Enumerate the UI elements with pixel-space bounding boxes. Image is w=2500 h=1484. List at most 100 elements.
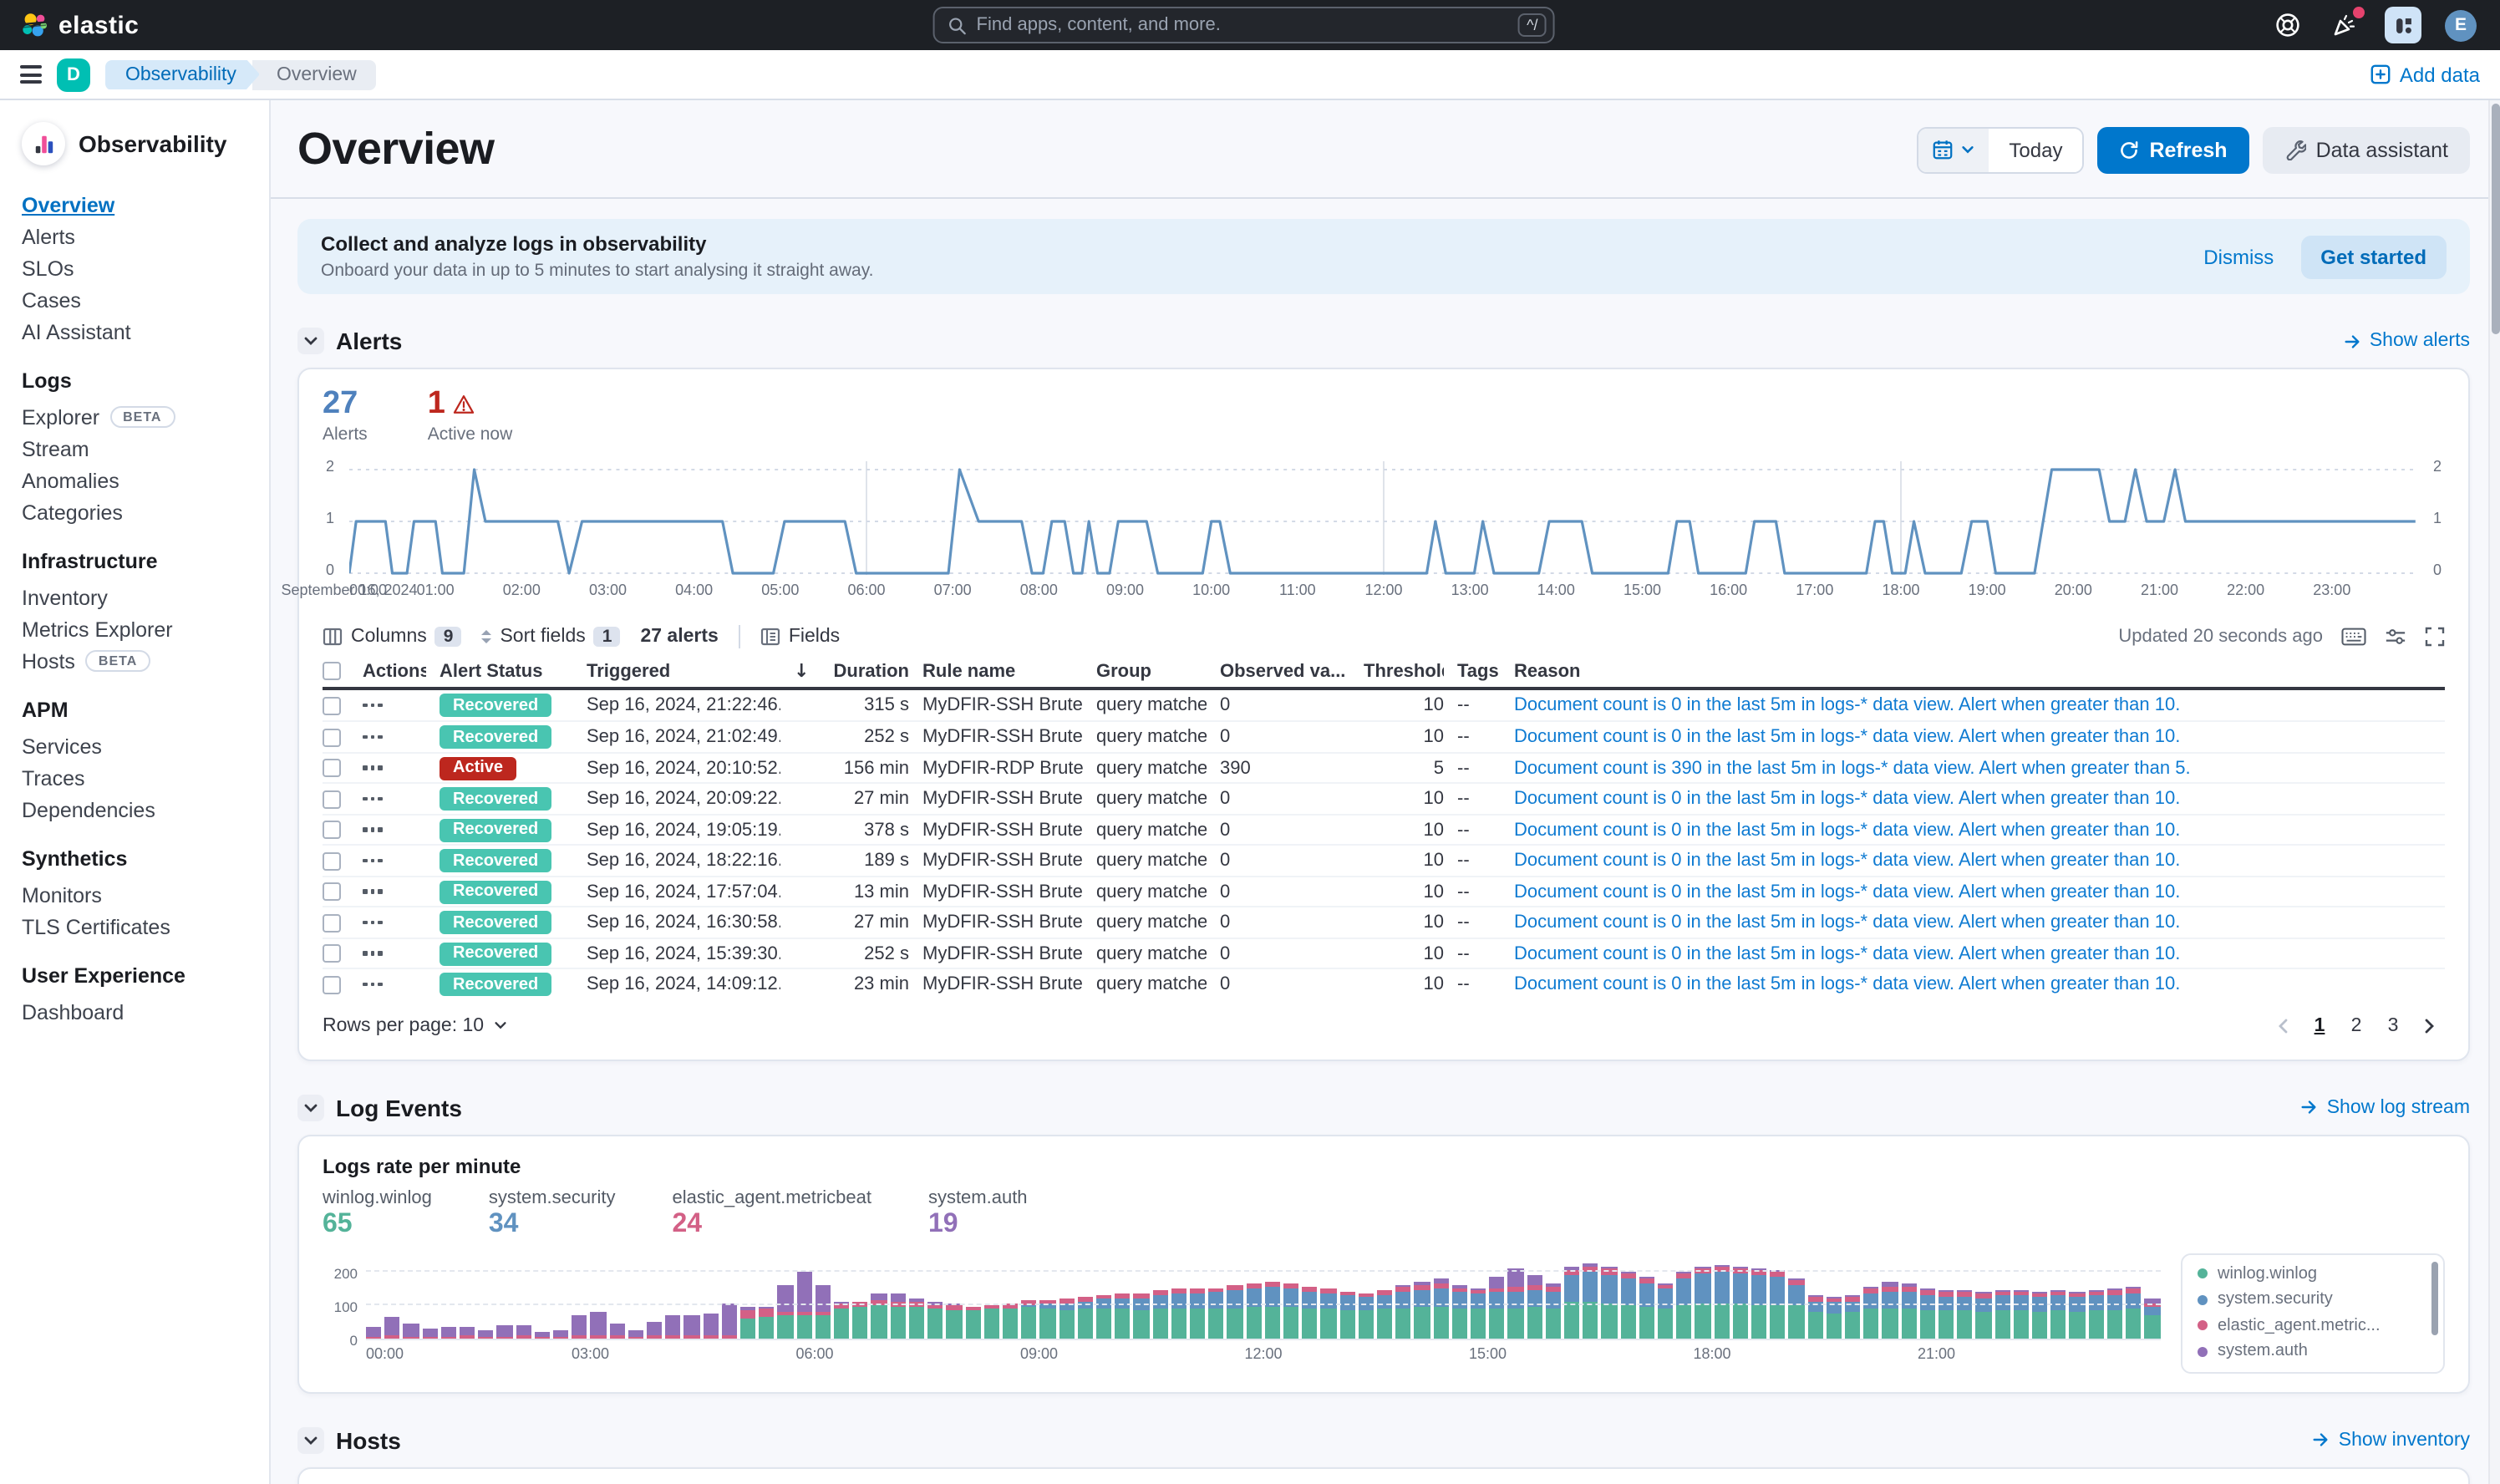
row-actions-icon[interactable] <box>363 735 426 739</box>
reason-link[interactable]: Document count is 0 in the last 5m in lo… <box>1514 695 2445 715</box>
user-avatar[interactable]: E <box>2445 9 2477 41</box>
page-3-button[interactable]: 3 <box>2378 1011 2408 1041</box>
alerts-collapse-chevron-icon[interactable] <box>297 328 324 354</box>
elastic-logo[interactable]: elastic <box>0 11 159 39</box>
page-2-button[interactable]: 2 <box>2341 1011 2371 1041</box>
sidebar-item-categories[interactable]: Categories <box>22 496 256 528</box>
reason-link[interactable]: Document count is 0 in the last 5m in lo… <box>1514 820 2445 840</box>
legend-scrollbar-thumb[interactable] <box>2431 1262 2438 1335</box>
sidebar-item-traces[interactable]: Traces <box>22 762 256 794</box>
dismiss-button[interactable]: Dismiss <box>2203 245 2274 268</box>
sidebar-item-overview[interactable]: Overview <box>22 189 256 221</box>
column-header-group[interactable]: Group <box>1096 662 1207 682</box>
sidebar-item-slos[interactable]: SLOs <box>22 252 256 284</box>
columns-button[interactable]: Columns 9 <box>323 627 461 647</box>
reason-link[interactable]: Document count is 0 in the last 5m in lo… <box>1514 882 2445 902</box>
row-actions-icon[interactable] <box>363 766 426 770</box>
row-actions-icon[interactable] <box>363 828 426 832</box>
sidebar-item-hosts[interactable]: HostsBETA <box>22 645 256 677</box>
select-all-checkbox[interactable] <box>323 663 341 681</box>
apps-icon[interactable] <box>2385 7 2421 43</box>
row-actions-icon[interactable] <box>363 797 426 801</box>
column-header-triggered[interactable]: Triggered <box>587 662 780 682</box>
page-scrollbar[interactable] <box>2488 100 2500 1484</box>
row-checkbox[interactable] <box>323 851 341 870</box>
reason-link[interactable]: Document count is 0 in the last 5m in lo… <box>1514 912 2445 933</box>
data-assistant-button[interactable]: Data assistant <box>2263 126 2470 173</box>
refresh-button[interactable]: Refresh <box>2097 126 2248 173</box>
sidebar-item-services[interactable]: Services <box>22 730 256 762</box>
previous-page-icon[interactable] <box>2268 1011 2298 1041</box>
row-actions-icon[interactable] <box>363 921 426 925</box>
log-events-collapse-chevron-icon[interactable] <box>297 1095 324 1121</box>
rows-per-page-button[interactable]: Rows per page: 10 <box>323 1016 507 1036</box>
reason-link[interactable]: Document count is 390 in the last 5m in … <box>1514 758 2445 778</box>
row-checkbox[interactable] <box>323 759 341 777</box>
fields-button[interactable]: Fields <box>760 627 840 647</box>
sidebar-item-inventory[interactable]: Inventory <box>22 582 256 613</box>
column-header-alert-status[interactable]: Alert Status <box>440 662 573 682</box>
legend-item-system-auth[interactable]: system.auth <box>2198 1343 2428 1361</box>
space-badge[interactable]: D <box>57 58 90 91</box>
next-page-icon[interactable] <box>2415 1011 2445 1041</box>
page-1-button[interactable]: 1 <box>2304 1011 2335 1041</box>
sidebar-item-stream[interactable]: Stream <box>22 433 256 465</box>
keyboard-icon[interactable] <box>2341 627 2366 647</box>
row-checkbox[interactable] <box>323 821 341 839</box>
menu-icon[interactable] <box>20 65 42 84</box>
add-data-button[interactable]: Add data <box>2370 63 2480 86</box>
legend-item-system-security[interactable]: system.security <box>2198 1291 2428 1309</box>
sort-fields-button[interactable]: Sort fields 1 <box>481 627 620 647</box>
row-checkbox[interactable] <box>323 790 341 808</box>
legend-item-winlog-winlog[interactable]: winlog.winlog <box>2198 1265 2428 1283</box>
column-header-rule-name[interactable]: Rule name <box>922 662 1083 682</box>
help-icon[interactable] <box>2271 8 2304 42</box>
sidebar-item-tls-certificates[interactable]: TLS Certificates <box>22 911 256 943</box>
hosts-collapse-chevron-icon[interactable] <box>297 1427 324 1454</box>
date-picker-today-button[interactable]: Today <box>1989 128 2082 171</box>
sidebar-item-metrics-explorer[interactable]: Metrics Explorer <box>22 613 256 645</box>
column-header-threshold[interactable]: Threshold <box>1364 662 1444 682</box>
reason-link[interactable]: Document count is 0 in the last 5m in lo… <box>1514 789 2445 809</box>
column-header-actions[interactable]: Actions <box>363 662 426 682</box>
row-actions-icon[interactable] <box>363 952 426 956</box>
column-header-tags[interactable]: Tags <box>1457 662 1501 682</box>
sidebar-item-dependencies[interactable]: Dependencies <box>22 794 256 826</box>
reason-link[interactable]: Document count is 0 in the last 5m in lo… <box>1514 974 2445 994</box>
row-actions-icon[interactable] <box>363 859 426 863</box>
sidebar-item-cases[interactable]: Cases <box>22 284 256 316</box>
date-picker-calendar-button[interactable] <box>1918 128 1989 171</box>
row-checkbox[interactable] <box>323 882 341 901</box>
column-header-observed-va[interactable]: Observed va... <box>1220 662 1350 682</box>
row-checkbox[interactable] <box>323 975 341 994</box>
news-icon[interactable] <box>2328 8 2361 42</box>
breadcrumb-observability[interactable]: Observability <box>105 59 260 89</box>
show-inventory-link[interactable]: Show inventory <box>2312 1431 2470 1451</box>
column-header-duration[interactable]: Duration <box>829 662 909 682</box>
row-actions-icon[interactable] <box>363 890 426 894</box>
reason-link[interactable]: Document count is 0 in the last 5m in lo… <box>1514 943 2445 963</box>
get-started-button[interactable]: Get started <box>2300 235 2447 278</box>
row-actions-icon[interactable] <box>363 704 426 708</box>
sidebar-item-ai-assistant[interactable]: AI Assistant <box>22 316 256 348</box>
sidebar-item-dashboard[interactable]: Dashboard <box>22 996 256 1028</box>
display-options-icon[interactable] <box>2385 627 2406 647</box>
reason-link[interactable]: Document count is 0 in the last 5m in lo… <box>1514 727 2445 747</box>
column-header-reason[interactable]: Reason <box>1514 662 2445 682</box>
global-search-input[interactable]: Find apps, content, and more. ^/ <box>933 7 1555 43</box>
sidebar-item-anomalies[interactable]: Anomalies <box>22 465 256 496</box>
row-checkbox[interactable] <box>323 696 341 714</box>
sidebar-item-monitors[interactable]: Monitors <box>22 879 256 911</box>
scrollbar-thumb[interactable] <box>2492 104 2500 334</box>
row-checkbox[interactable] <box>323 728 341 746</box>
sidebar-item-alerts[interactable]: Alerts <box>22 221 256 252</box>
reason-link[interactable]: Document count is 0 in the last 5m in lo… <box>1514 851 2445 871</box>
row-checkbox[interactable] <box>323 913 341 932</box>
row-checkbox[interactable] <box>323 944 341 963</box>
sidebar-item-explorer[interactable]: ExplorerBETA <box>22 401 256 433</box>
show-alerts-link[interactable]: Show alerts <box>2343 331 2470 351</box>
show-log-stream-link[interactable]: Show log stream <box>2300 1098 2470 1118</box>
row-actions-icon[interactable] <box>363 983 426 987</box>
fullscreen-icon[interactable] <box>2425 627 2445 647</box>
legend-item-elastic-agent-metric[interactable]: elastic_agent.metric... <box>2198 1317 2428 1335</box>
